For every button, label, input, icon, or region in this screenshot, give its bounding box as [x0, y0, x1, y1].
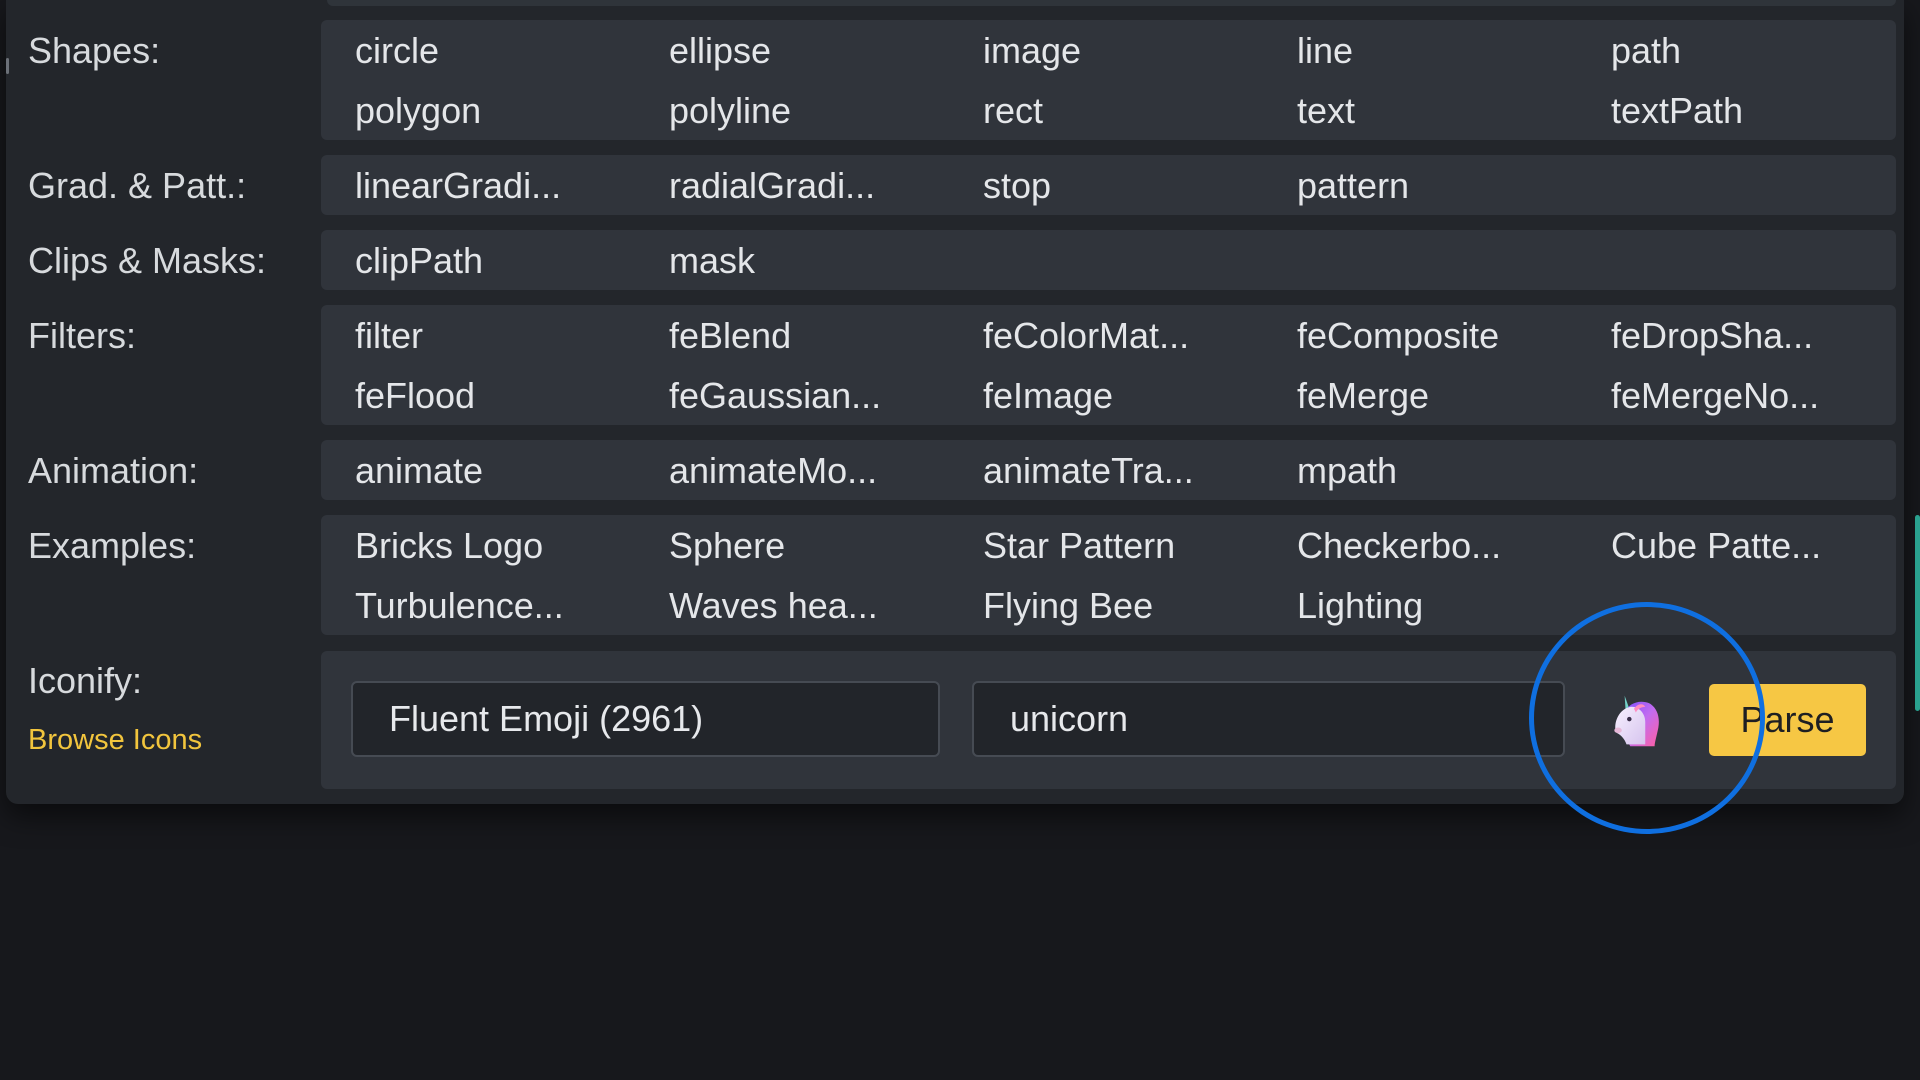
shapes-label: Shapes: — [28, 30, 161, 71]
scrollbar-thumb[interactable] — [1915, 515, 1920, 711]
iconify-label: Iconify: — [28, 660, 143, 701]
shapes-row: Shapes: circle ellipse image line path p… — [6, 20, 1904, 140]
example-bricks-logo[interactable]: Bricks Logo — [355, 525, 543, 567]
element-mpath[interactable]: mpath — [1297, 450, 1397, 492]
parse-button[interactable]: Parse — [1709, 684, 1866, 756]
previous-row-strip — [327, 0, 1896, 6]
animation-grid: animate animateMo... animateTra... mpath — [321, 440, 1896, 500]
icon-search-input[interactable] — [972, 681, 1565, 757]
element-circle[interactable]: circle — [355, 30, 439, 72]
element-clippath[interactable]: clipPath — [355, 240, 483, 282]
unicorn-icon — [1614, 695, 1659, 747]
shapes-grid: circle ellipse image line path polygon p… — [321, 20, 1896, 140]
element-fegaussianblur[interactable]: feGaussian... — [669, 375, 881, 417]
element-lineargradient[interactable]: linearGradi... — [355, 165, 561, 207]
element-feblend[interactable]: feBlend — [669, 315, 791, 357]
element-image[interactable]: image — [983, 30, 1081, 72]
clips-grid: clipPath mask — [321, 230, 1896, 290]
element-fedropshadow[interactable]: feDropSha... — [1611, 315, 1813, 357]
element-pattern[interactable]: pattern — [1297, 165, 1409, 207]
element-feflood[interactable]: feFlood — [355, 375, 475, 417]
gradients-label: Grad. & Patt.: — [28, 165, 247, 206]
svg-elements-panel: Shapes: circle ellipse image line path p… — [6, 0, 1904, 834]
examples-row: Examples: Bricks Logo Sphere Star Patter… — [6, 515, 1904, 635]
element-path[interactable]: path — [1611, 30, 1681, 72]
element-feimage[interactable]: feImage — [983, 375, 1113, 417]
example-checkerboard[interactable]: Checkerbo... — [1297, 525, 1501, 567]
element-rect[interactable]: rect — [983, 90, 1043, 132]
browse-icons-link[interactable]: Browse Icons — [28, 724, 202, 757]
app-stage: Shapes: circle ellipse image line path p… — [0, 0, 1920, 1080]
filters-row: Filters: filter feBlend feColorMat... fe… — [6, 305, 1904, 425]
example-star-pattern[interactable]: Star Pattern — [983, 525, 1175, 567]
filters-label: Filters: — [28, 315, 136, 356]
element-text[interactable]: text — [1297, 90, 1355, 132]
element-animate[interactable]: animate — [355, 450, 483, 492]
element-stop[interactable]: stop — [983, 165, 1051, 207]
element-filter[interactable]: filter — [355, 315, 423, 357]
example-waves[interactable]: Waves hea... — [669, 585, 878, 627]
example-lighting[interactable]: Lighting — [1297, 585, 1423, 627]
examples-label: Examples: — [28, 525, 197, 566]
element-polygon[interactable]: polygon — [355, 90, 481, 132]
element-animatemotion[interactable]: animateMo... — [669, 450, 877, 492]
clips-row: Clips & Masks: clipPath mask — [6, 230, 1904, 290]
element-ellipse[interactable]: ellipse — [669, 30, 771, 72]
animation-row: Animation: animate animateMo... animateT… — [6, 440, 1904, 500]
element-radialgradient[interactable]: radialGradi... — [669, 165, 875, 207]
example-sphere[interactable]: Sphere — [669, 525, 785, 567]
example-flying-bee[interactable]: Flying Bee — [983, 585, 1153, 627]
icon-collection-field[interactable] — [351, 681, 940, 757]
example-turbulence[interactable]: Turbulence... — [355, 585, 564, 627]
example-cube-pattern[interactable]: Cube Patte... — [1611, 525, 1821, 567]
gradients-grid: linearGradi... radialGradi... stop patte… — [321, 155, 1896, 215]
element-femergenode[interactable]: feMergeNo... — [1611, 375, 1819, 417]
element-fecolormatrix[interactable]: feColorMat... — [983, 315, 1189, 357]
filters-grid: filter feBlend feColorMat... feComposite… — [321, 305, 1896, 425]
gradients-row: Grad. & Patt.: linearGradi... radialGrad… — [6, 155, 1904, 215]
element-line[interactable]: line — [1297, 30, 1353, 72]
animation-label: Animation: — [28, 450, 199, 491]
element-mask[interactable]: mask — [669, 240, 755, 282]
element-femerge[interactable]: feMerge — [1297, 375, 1429, 417]
element-animatetransform[interactable]: animateTra... — [983, 450, 1194, 492]
clips-label: Clips & Masks: — [28, 240, 267, 281]
examples-grid: Bricks Logo Sphere Star Pattern Checkerb… — [321, 515, 1896, 635]
element-polyline[interactable]: polyline — [669, 90, 791, 132]
element-textpath[interactable]: textPath — [1611, 90, 1743, 132]
element-fecomposite[interactable]: feComposite — [1297, 315, 1499, 357]
